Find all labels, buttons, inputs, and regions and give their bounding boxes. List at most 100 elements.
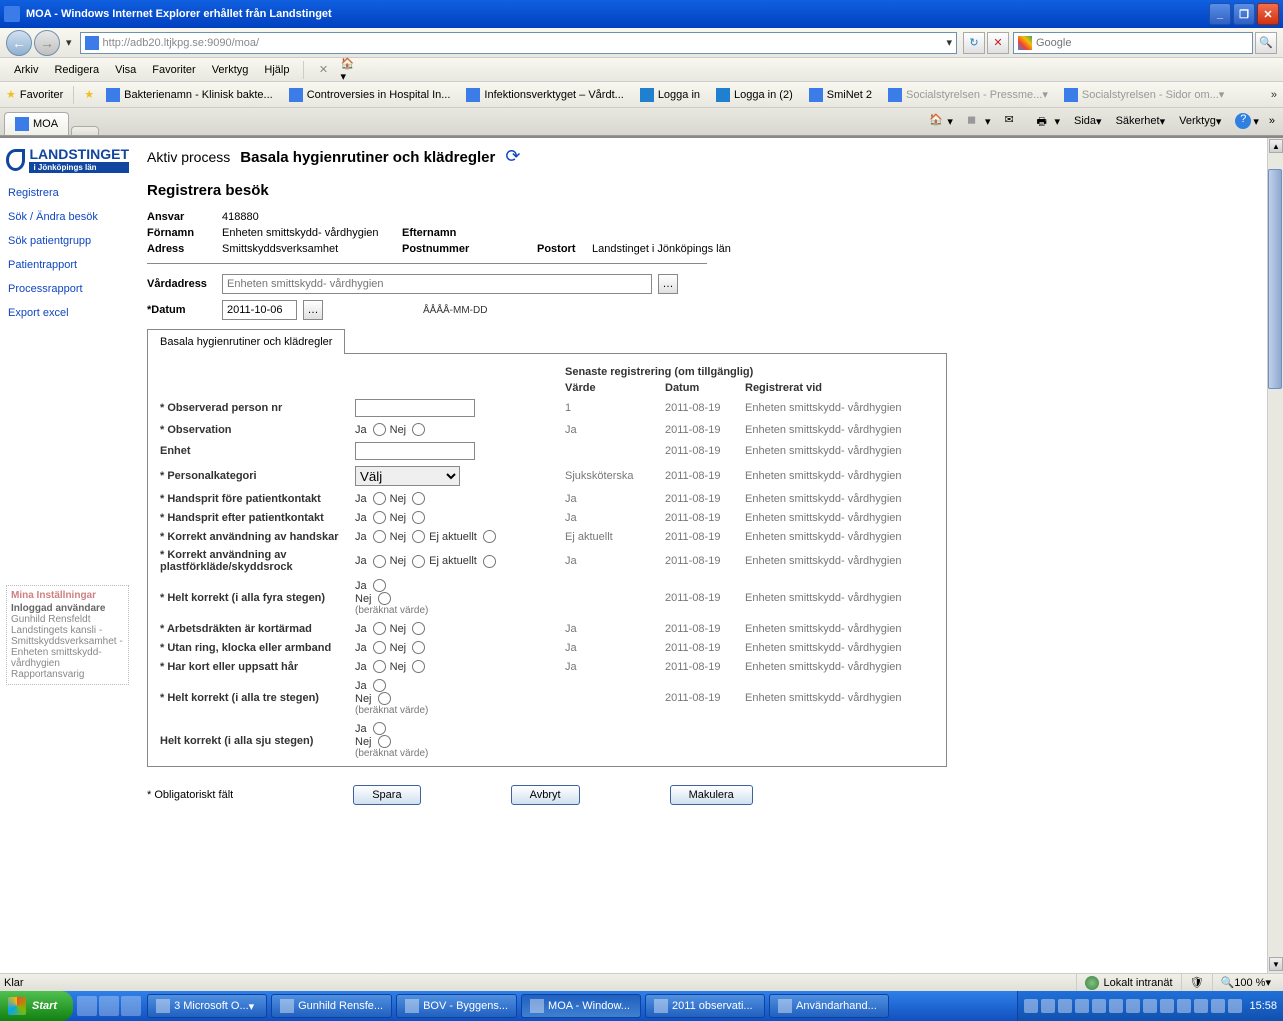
form-tab[interactable]: Basala hygienrutiner och klädregler	[147, 329, 345, 354]
tray-icon[interactable]	[1177, 999, 1191, 1013]
observation-ja[interactable]	[373, 423, 386, 436]
tray-icon[interactable]	[1058, 999, 1072, 1013]
menu-favoriter[interactable]: Favoriter	[144, 61, 203, 79]
r13-nej[interactable]	[378, 692, 391, 705]
nav-sok-patient[interactable]: Sök patientgrupp	[6, 229, 129, 253]
tray-icon[interactable]	[1024, 999, 1038, 1013]
tray-icon[interactable]	[1041, 999, 1055, 1013]
url-dropdown-icon[interactable]: ▾	[946, 36, 952, 49]
observerad-input[interactable]	[355, 399, 475, 417]
r8-ja[interactable]	[373, 555, 386, 568]
search-input[interactable]	[1036, 37, 1248, 49]
fav-controversies[interactable]: Controversies in Hospital In...	[283, 86, 457, 104]
tray-icon[interactable]	[1160, 999, 1174, 1013]
minimize-button[interactable]: _	[1209, 3, 1231, 25]
back-button[interactable]: ←	[6, 30, 32, 56]
search-box[interactable]	[1013, 32, 1253, 54]
personalkategori-select[interactable]: Välj	[355, 466, 460, 486]
r6-ja[interactable]	[373, 511, 386, 524]
tray-icon[interactable]	[1109, 999, 1123, 1013]
fav-social-2[interactable]: Socialstyrelsen - Sidor om... ▾	[1058, 86, 1230, 104]
r9-nej[interactable]	[378, 592, 391, 605]
url-input[interactable]	[103, 37, 947, 49]
nav-sok-besok[interactable]: Sök / Ändra besök	[6, 205, 129, 229]
new-tab-button[interactable]	[71, 126, 99, 135]
close-button[interactable]: ✕	[1257, 3, 1279, 25]
refresh-button[interactable]: ↻	[963, 32, 985, 54]
help-button[interactable]: ?▾	[1231, 111, 1263, 131]
task-anvandar[interactable]: Användarhand...	[769, 994, 889, 1018]
zoom-indicator[interactable]: 🔍 100 % ▾	[1212, 974, 1279, 991]
menu-redigera[interactable]: Redigera	[46, 61, 107, 79]
fav-infektion[interactable]: Infektionsverktyget – Vårdt...	[460, 86, 629, 104]
r11-ja[interactable]	[373, 641, 386, 654]
menu-hjalp[interactable]: Hjälp	[256, 61, 297, 79]
menu-verktyg[interactable]: Verktyg	[204, 61, 257, 79]
r14-ja[interactable]	[373, 722, 386, 735]
avbryt-button[interactable]: Avbryt	[511, 785, 580, 805]
tray-icon[interactable]	[1143, 999, 1157, 1013]
ql-1[interactable]	[77, 996, 97, 1016]
datum-picker-button[interactable]: …	[303, 300, 323, 320]
settings-header[interactable]: Mina Inställningar	[11, 590, 124, 601]
scroll-down-icon[interactable]: ▼	[1269, 957, 1283, 971]
r10-ja[interactable]	[373, 622, 386, 635]
fav-social-1[interactable]: Socialstyrelsen - Pressme... ▾	[882, 86, 1054, 104]
tools-menu[interactable]: Verktyg ▾	[1175, 113, 1225, 130]
tab-moa[interactable]: MOA	[4, 112, 69, 135]
fav-logga-in[interactable]: Logga in	[634, 86, 706, 104]
nav-patientrapport[interactable]: Patientrapport	[6, 253, 129, 277]
r9-ja[interactable]	[373, 579, 386, 592]
r11-nej[interactable]	[412, 641, 425, 654]
fav-sminet[interactable]: SmiNet 2	[803, 86, 878, 104]
scroll-up-icon[interactable]: ▲	[1269, 139, 1283, 153]
mail-button[interactable]: ✉	[1000, 111, 1026, 131]
r8-ej[interactable]	[483, 555, 496, 568]
r7-ja[interactable]	[373, 530, 386, 543]
search-button[interactable]: 🔍	[1255, 32, 1277, 54]
nav-export[interactable]: Export excel	[6, 301, 129, 325]
ql-2[interactable]	[99, 996, 119, 1016]
stop-button[interactable]: ✕	[987, 32, 1009, 54]
datum-input[interactable]	[222, 300, 297, 320]
r6-nej[interactable]	[412, 511, 425, 524]
r13-ja[interactable]	[373, 679, 386, 692]
tab-close-icon[interactable]: ✕	[314, 61, 332, 79]
add-fav-icon[interactable]: ★	[84, 88, 94, 101]
scroll-thumb[interactable]	[1268, 169, 1282, 389]
ql-3[interactable]	[121, 996, 141, 1016]
maximize-button[interactable]: ❐	[1233, 3, 1255, 25]
task-moa[interactable]: MOA - Window...	[521, 994, 641, 1018]
nav-processrapport[interactable]: Processrapport	[6, 277, 129, 301]
fav-bakterienamn[interactable]: Bakterienamn - Klinisk bakte...	[100, 86, 279, 104]
address-bar[interactable]: ▾	[80, 32, 957, 54]
r12-nej[interactable]	[412, 660, 425, 673]
dropdown-icon[interactable]: ▾	[66, 36, 72, 49]
vardadress-input[interactable]	[222, 274, 652, 294]
security-menu[interactable]: Säkerhet ▾	[1112, 113, 1170, 130]
print-button[interactable]: 🖶▾	[1032, 111, 1064, 131]
makulera-button[interactable]: Makulera	[670, 785, 753, 805]
r5-ja[interactable]	[373, 492, 386, 505]
start-button[interactable]: Start	[0, 991, 73, 1021]
r7-ej[interactable]	[483, 530, 496, 543]
clock[interactable]: 15:58	[1249, 1000, 1277, 1012]
task-2011[interactable]: 2011 observati...	[645, 994, 765, 1018]
toolbar-overflow-icon[interactable]: »	[1269, 115, 1275, 127]
tray-icon[interactable]	[1075, 999, 1089, 1013]
vardadress-lookup-button[interactable]: …	[658, 274, 678, 294]
observation-nej[interactable]	[412, 423, 425, 436]
r14-nej[interactable]	[378, 735, 391, 748]
tray-icon[interactable]	[1228, 999, 1242, 1013]
refresh-icon[interactable]: ⟳	[505, 146, 527, 168]
spara-button[interactable]: Spara	[353, 785, 420, 805]
nav-registrera[interactable]: Registrera	[6, 181, 129, 205]
vertical-scrollbar[interactable]: ▲ ▼	[1267, 138, 1283, 973]
tray-icon[interactable]	[1092, 999, 1106, 1013]
rss-button[interactable]: ◼▾	[963, 111, 995, 131]
task-bov[interactable]: BOV - Byggens...	[396, 994, 517, 1018]
menu-visa[interactable]: Visa	[107, 61, 144, 79]
tray-icon[interactable]	[1126, 999, 1140, 1013]
r5-nej[interactable]	[412, 492, 425, 505]
r12-ja[interactable]	[373, 660, 386, 673]
